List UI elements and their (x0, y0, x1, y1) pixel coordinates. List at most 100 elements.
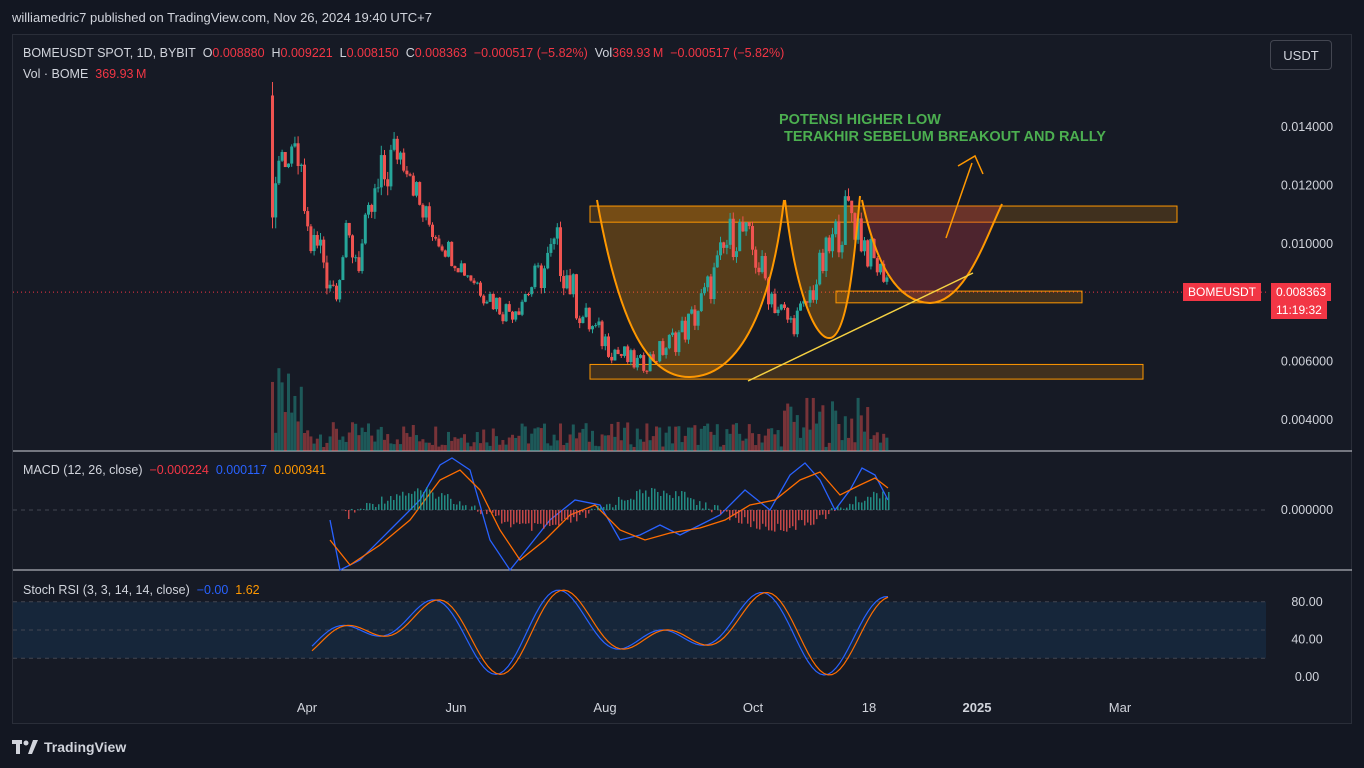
volume-bar (703, 425, 706, 451)
volume-bar (399, 444, 402, 451)
volume-bar (421, 439, 425, 451)
macd-histogram-bar (615, 504, 617, 510)
macd-histogram-bar (570, 510, 572, 523)
macd-label[interactable]: MACD (12, 26, close) (23, 463, 142, 477)
candle-body (635, 357, 639, 368)
candle-body (658, 341, 662, 362)
candle-body (507, 304, 511, 312)
volume-bar (863, 431, 866, 451)
stoch-d-value: 1.62 (235, 583, 260, 597)
volume-bar (767, 428, 770, 451)
volume-bar (866, 407, 870, 451)
macd-histogram-bar (663, 490, 665, 510)
macd-histogram-bar (576, 510, 578, 522)
candle-body (699, 293, 703, 312)
chart-canvas[interactable]: POTENSI HIGHER LOWTERAKHIR SEBELUM BREAK… (0, 0, 1364, 768)
currency-button[interactable]: USDT (1270, 40, 1332, 70)
macd-histogram-bar (645, 490, 647, 510)
candle-body (488, 293, 492, 302)
macd-histogram-bar (369, 503, 371, 510)
candle-body (485, 301, 489, 304)
time-axis-label: Aug (593, 700, 616, 715)
volume-bar (370, 435, 374, 451)
volume-bar (530, 433, 534, 451)
volume-bar (789, 406, 793, 451)
macd-histogram-bar (456, 504, 458, 510)
footer-brand[interactable]: TradingView (12, 737, 126, 757)
volume-bar (290, 412, 294, 451)
volume-bar (603, 435, 607, 451)
volume-bar (658, 427, 662, 451)
candle-body (539, 265, 543, 289)
volume-bar (875, 432, 879, 451)
candle-body (383, 155, 386, 180)
arrow-head-icon (957, 154, 984, 175)
candle-body (719, 242, 722, 256)
volume-bar (389, 443, 393, 451)
macd-histogram-bar (717, 505, 719, 510)
candle-body (677, 332, 681, 353)
volume-bar (693, 425, 697, 451)
stoch-axis-label: 40.00 (1291, 632, 1322, 646)
price-axis-label: 0.010000 (1281, 237, 1333, 251)
volume-bar (450, 440, 454, 451)
candle-body (319, 239, 322, 246)
volume-bar (680, 442, 684, 451)
macd-histogram-bar (567, 510, 569, 520)
volume-bar (882, 433, 886, 451)
candle-body (773, 293, 777, 314)
candle-body (424, 206, 428, 218)
macd-histogram-bar (591, 508, 593, 510)
candle-body (296, 143, 300, 167)
macd-histogram-bar (780, 510, 782, 531)
volume-bar (335, 428, 338, 451)
volume-bar (293, 395, 297, 451)
stoch-label[interactable]: Stoch RSI (3, 3, 14, 14, close) (23, 583, 190, 597)
stoch-pane (13, 589, 1266, 676)
projection-shade (862, 206, 1002, 303)
volume-bar (802, 427, 806, 451)
macd-histogram-bar (513, 510, 515, 525)
time-axis-label: 2025 (963, 700, 992, 715)
volume-bar (312, 443, 316, 451)
volume-bar (447, 431, 450, 451)
volume-bar (562, 445, 566, 451)
volume-bar (885, 437, 889, 451)
candle-body (533, 265, 537, 288)
candle-body (728, 218, 732, 245)
macd-histogram-bar (639, 489, 641, 510)
volume-bar (488, 445, 492, 451)
volume-bar (309, 436, 313, 451)
vol-series-label[interactable]: Vol · BOME (23, 67, 88, 81)
volume-bar (776, 430, 780, 451)
candle-body (741, 221, 745, 232)
macd-histogram-bar (363, 508, 365, 510)
macd-histogram-bar (657, 491, 659, 510)
volume-bar (315, 438, 319, 451)
volume-bar (655, 426, 658, 451)
candle-body (309, 226, 313, 252)
macd-histogram-bar (735, 510, 737, 518)
macd-histogram-bar (486, 510, 488, 515)
volume-bar (565, 442, 569, 451)
candle-body (879, 263, 882, 273)
symbol-label[interactable]: BOMEUSDT SPOT, 1D, BYBIT (23, 46, 196, 60)
volume-bar (338, 439, 342, 451)
candle-body (690, 309, 694, 314)
volume-bar (725, 429, 729, 451)
candle-body (344, 222, 348, 258)
macd-histogram-bar (837, 506, 839, 510)
macd-histogram-bar (741, 510, 743, 524)
macd-histogram-bar (618, 496, 620, 510)
volume-bar (379, 426, 383, 451)
candle-body (325, 262, 329, 289)
volume-bar (472, 442, 476, 451)
candle-body (447, 241, 450, 257)
candle-body (530, 287, 534, 295)
macd-histogram-bar (345, 510, 347, 512)
macd-histogram-bar (552, 510, 554, 525)
volume-bar (869, 438, 873, 451)
time-axis-label: Jun (446, 700, 467, 715)
candle-body (283, 151, 287, 168)
macd-histogram-bar (348, 510, 350, 519)
